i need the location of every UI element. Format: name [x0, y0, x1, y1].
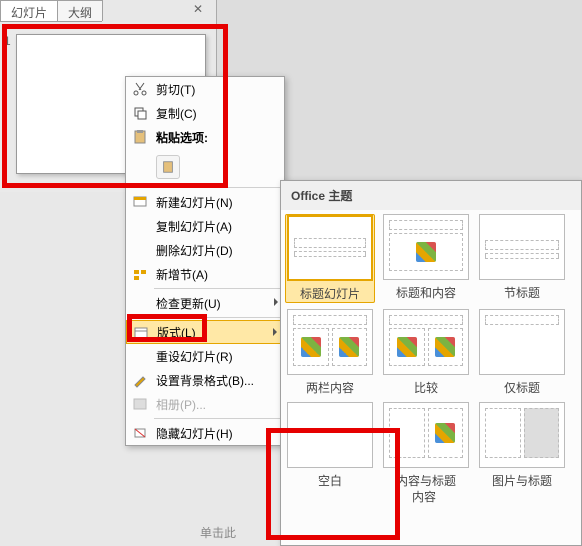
layout-title-only[interactable]: 仅标题 [477, 309, 567, 396]
panel-tabs: 幻灯片 大纲 [0, 0, 102, 22]
album-icon [132, 396, 148, 412]
layout-label: 图片与标题 [492, 472, 552, 489]
layout-picture-caption[interactable]: 图片与标题 [477, 402, 567, 489]
menu-cut-label: 剪切(T) [156, 81, 195, 98]
menu-album-label: 相册(P)... [156, 396, 206, 413]
layout-label: 两栏内容 [306, 379, 354, 396]
editor-hint-text: 单击此 [200, 524, 236, 541]
menu-cut[interactable]: 剪切(T) [126, 77, 284, 101]
menu-copy[interactable]: 复制(C) [126, 101, 284, 125]
separator [154, 418, 280, 419]
layout-comparison[interactable]: 比较 [381, 309, 471, 396]
chevron-right-icon [273, 328, 277, 336]
layout-label: 比较 [414, 379, 438, 396]
layout-grid: 标题幻灯片 标题和内容 节标题 两栏内容 比较 仅标题 空白 内容与标题 [281, 210, 581, 493]
menu-hide-label: 隐藏幻灯片(H) [156, 425, 233, 442]
menu-new-slide-label: 新建幻灯片(N) [156, 194, 233, 211]
paste-option-row [126, 149, 284, 185]
layout-label: 标题和内容 [396, 284, 456, 301]
hide-icon [132, 425, 148, 441]
clipboard-icon [161, 160, 175, 174]
layout-label: 节标题 [504, 284, 540, 301]
layout-label: 仅标题 [504, 379, 540, 396]
menu-reset-label: 重设幻灯片(R) [156, 348, 233, 365]
menu-paste-label: 粘贴选项: [156, 129, 208, 146]
layout-panel-header: Office 主题 [281, 181, 581, 210]
layout-content-caption[interactable]: 内容与标题 [381, 402, 471, 489]
menu-duplicate-slide[interactable]: 复制幻灯片(A) [126, 214, 284, 238]
slide-number: 1 [4, 34, 11, 48]
layout-label: 空白 [318, 472, 342, 489]
layout-icon [133, 325, 149, 341]
chevron-right-icon [274, 298, 278, 306]
partial-label: 内容 [412, 488, 436, 505]
menu-album: 相册(P)... [126, 392, 284, 416]
separator [154, 187, 280, 188]
menu-new-slide[interactable]: 新建幻灯片(N) [126, 190, 284, 214]
menu-paste-options: 粘贴选项: [126, 125, 284, 149]
layout-title-content[interactable]: 标题和内容 [381, 214, 471, 303]
layout-two-content[interactable]: 两栏内容 [285, 309, 375, 396]
menu-update-label: 检查更新(U) [156, 295, 221, 312]
layout-label: 标题幻灯片 [300, 285, 360, 302]
section-icon [132, 266, 148, 282]
layout-section-header[interactable]: 节标题 [477, 214, 567, 303]
menu-duplicate-label: 复制幻灯片(A) [156, 218, 232, 235]
menu-layout[interactable]: 版式(L) [126, 320, 284, 344]
paste-option-button[interactable] [156, 155, 180, 179]
cut-icon [132, 81, 148, 97]
tab-outline[interactable]: 大纲 [57, 0, 103, 21]
format-icon [132, 372, 148, 388]
menu-copy-label: 复制(C) [156, 105, 197, 122]
context-menu: 剪切(T) 复制(C) 粘贴选项: 新建幻灯片(N) 复制幻灯片(A) 删除幻灯… [125, 76, 285, 446]
menu-reset-slide[interactable]: 重设幻灯片(R) [126, 344, 284, 368]
separator [154, 317, 280, 318]
close-icon[interactable]: ✕ [190, 2, 206, 18]
new-slide-icon [132, 194, 148, 210]
menu-delete-label: 删除幻灯片(D) [156, 242, 233, 259]
layout-title-slide[interactable]: 标题幻灯片 [285, 214, 375, 303]
menu-bg-label: 设置背景格式(B)... [156, 372, 254, 389]
menu-check-update[interactable]: 检查更新(U) [126, 291, 284, 315]
menu-layout-label: 版式(L) [157, 324, 196, 341]
layout-blank[interactable]: 空白 [285, 402, 375, 489]
copy-icon [132, 105, 148, 121]
tab-slides[interactable]: 幻灯片 [0, 0, 58, 21]
paste-icon [132, 129, 148, 145]
menu-section-label: 新增节(A) [156, 266, 208, 283]
menu-bg-format[interactable]: 设置背景格式(B)... [126, 368, 284, 392]
menu-hide-slide[interactable]: 隐藏幻灯片(H) [126, 421, 284, 445]
separator [154, 288, 280, 289]
layout-label: 内容与标题 [396, 472, 456, 489]
menu-new-section[interactable]: 新增节(A) [126, 262, 284, 286]
menu-delete-slide[interactable]: 删除幻灯片(D) [126, 238, 284, 262]
